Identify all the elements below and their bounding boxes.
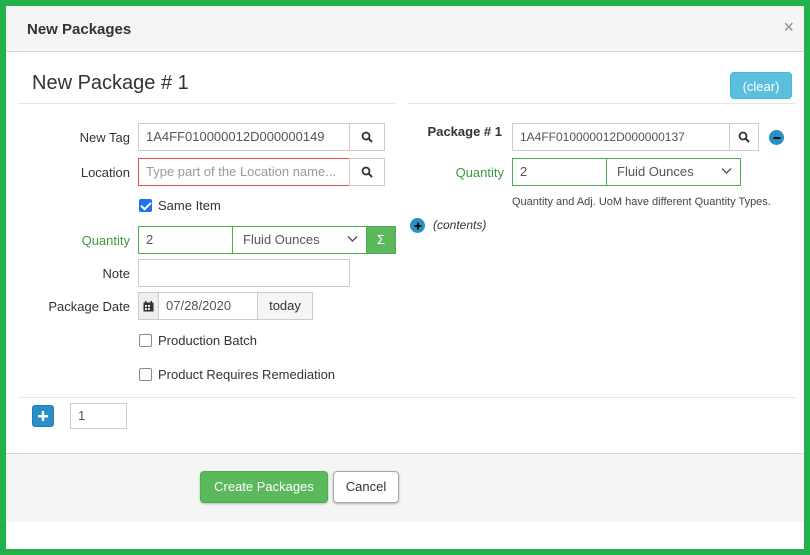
- create-packages-button[interactable]: Create Packages: [200, 471, 328, 503]
- today-button[interactable]: today: [257, 292, 313, 320]
- calendar-icon: [143, 300, 154, 311]
- package-date-label: Package Date: [48, 299, 130, 314]
- production-batch-checkbox[interactable]: [139, 334, 152, 347]
- section-title: New Package # 1: [32, 72, 189, 94]
- location-label: Location: [80, 165, 130, 180]
- requires-remediation-checkbox[interactable]: [139, 368, 152, 381]
- same-item-checkbox[interactable]: [139, 199, 152, 212]
- new-tag-input[interactable]: 1A4FF010000012D000000149: [138, 123, 350, 151]
- add-package-row: [18, 397, 796, 434]
- minus-icon: [773, 136, 780, 139]
- note-label: Note: [102, 266, 130, 281]
- same-item-label: Same Item: [158, 198, 221, 213]
- plus-icon: [414, 222, 421, 229]
- source-package-label: Package # 1: [427, 124, 502, 139]
- new-tag-search-button[interactable]: [349, 123, 385, 151]
- requires-remediation-label: Product Requires Remediation: [158, 367, 336, 382]
- search-icon: [361, 166, 373, 178]
- search-icon: [738, 131, 750, 143]
- quantity-unit-select[interactable]: Fluid Ounces: [232, 226, 367, 254]
- calendar-button[interactable]: [138, 292, 159, 320]
- chevron-down-icon: [347, 236, 358, 242]
- chevron-down-icon: [721, 168, 732, 174]
- source-quantity-label: Quantity: [455, 165, 504, 180]
- cancel-button[interactable]: Cancel: [333, 471, 399, 503]
- dialog-footer: [6, 453, 804, 522]
- divider-left: [18, 103, 396, 104]
- add-contents-button[interactable]: [410, 218, 425, 233]
- contents-label: (contents): [433, 218, 487, 232]
- sum-button[interactable]: Σ: [366, 226, 396, 254]
- close-icon[interactable]: ×: [783, 17, 794, 38]
- package-date-input[interactable]: 07/28/2020: [158, 292, 258, 320]
- divider-right: [408, 103, 796, 104]
- plus-icon: [38, 411, 48, 421]
- dialog-header: New Packages ×: [6, 6, 804, 52]
- source-package-search-button[interactable]: [729, 123, 759, 151]
- source-unit-select[interactable]: Fluid Ounces: [606, 158, 741, 186]
- quantity-unit-value: Fluid Ounces: [243, 232, 320, 247]
- search-icon: [361, 131, 373, 143]
- source-quantity-input[interactable]: 2: [512, 158, 607, 186]
- remove-source-button[interactable]: [769, 130, 784, 145]
- quantity-type-warning: Quantity and Adj. UoM have different Qua…: [512, 196, 771, 208]
- location-input[interactable]: Type part of the Location name...: [138, 158, 350, 186]
- note-input[interactable]: [138, 259, 350, 287]
- clear-button[interactable]: (clear): [730, 72, 792, 99]
- source-unit-value: Fluid Ounces: [617, 164, 694, 179]
- source-package-tag-input[interactable]: 1A4FF010000012D000000137: [512, 123, 730, 151]
- package-count-input[interactable]: 1: [70, 403, 127, 429]
- location-search-button[interactable]: [349, 158, 385, 186]
- add-package-button[interactable]: [32, 405, 54, 427]
- dialog-title: New Packages: [27, 21, 132, 38]
- quantity-input[interactable]: 2: [138, 226, 233, 254]
- production-batch-label: Production Batch: [158, 333, 258, 348]
- new-tag-label: New Tag: [79, 130, 130, 145]
- quantity-label: Quantity: [81, 233, 130, 248]
